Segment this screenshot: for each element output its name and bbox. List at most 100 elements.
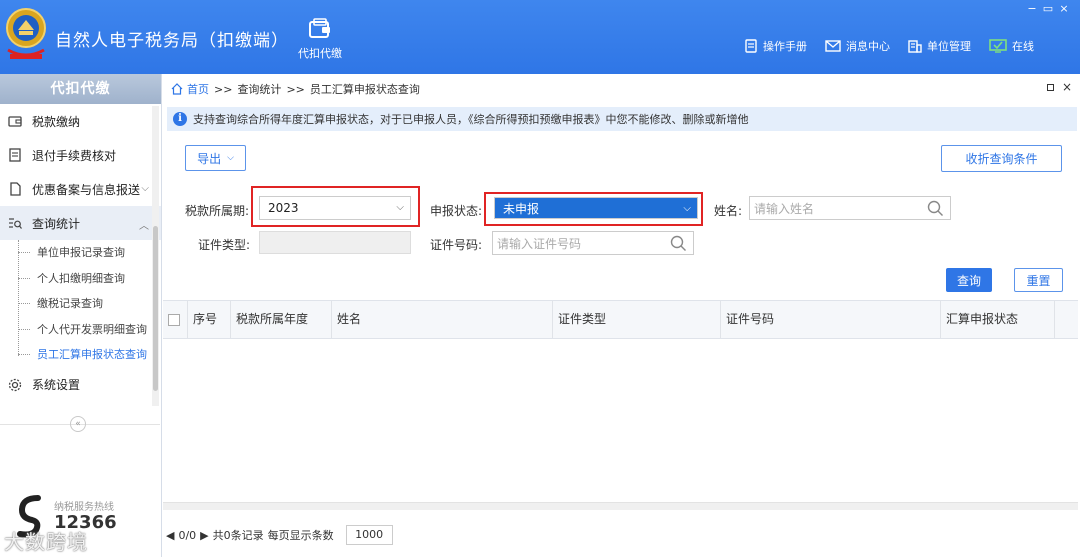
minimize-icon[interactable]: − — [1024, 2, 1040, 15]
id-number-placeholder: 请输入证件号码 — [497, 236, 582, 251]
top-header: 自然人电子税务局（扣缴端） 代扣代缴 操作手册 消息中心 单位管理 在线 − ▭… — [0, 0, 1080, 74]
breadcrumb-home[interactable]: 首页 — [187, 81, 209, 97]
close-tab-icon[interactable]: × — [1062, 80, 1072, 94]
breadcrumb: 首页 >> 查询统计 >> 员工汇算申报状态查询 × — [163, 74, 1080, 104]
sidebar: 代扣代缴 税款缴纳 退付手续费核对 优惠备案与信息报送 ⌵ 查询统计 ︿ 单位申… — [0, 74, 162, 557]
col-header-annual-status[interactable]: 汇算申报状态 — [941, 301, 1055, 338]
maximize-icon[interactable]: ▭ — [1040, 2, 1056, 15]
sidebar-subitem-unit-records[interactable]: 单位申报记录查询 — [0, 240, 161, 266]
name-placeholder: 请输入姓名 — [754, 201, 815, 216]
id-type-select[interactable] — [259, 231, 411, 254]
search-icon[interactable] — [670, 235, 687, 252]
col-header-index[interactable]: 序号 — [188, 301, 231, 338]
id-number-input[interactable]: 请输入证件号码 — [492, 231, 694, 255]
per-page-input[interactable]: 1000 — [345, 525, 393, 545]
hotline-label: 纳税服务热线 — [54, 502, 114, 513]
org-management-label: 单位管理 — [927, 40, 971, 53]
wallet-icon — [8, 116, 22, 127]
name-input[interactable]: 请输入姓名 — [749, 196, 951, 220]
sidebar-item-label: 系统设置 — [32, 378, 81, 392]
highlight-period — [251, 186, 420, 227]
chevron-down-icon: ⌵ — [141, 183, 149, 194]
org-icon — [908, 40, 922, 53]
select-all-cell — [163, 301, 188, 338]
online-monitor-icon — [989, 39, 1007, 53]
chevron-up-icon: ︿ — [139, 221, 149, 232]
online-status-label: 在线 — [1012, 40, 1034, 53]
collapse-conditions-button[interactable]: 收折查询条件 — [941, 145, 1062, 172]
id-number-label: 证件号码: — [430, 238, 483, 252]
table-header: 序号 税款所属年度 姓名 证件类型 证件号码 汇算申报状态 — [163, 300, 1078, 339]
status-label: 申报状态: — [430, 204, 483, 218]
info-icon: i — [173, 112, 187, 126]
breadcrumb-sep: >> — [286, 82, 305, 96]
sidebar-item-label: 税款缴纳 — [32, 114, 81, 129]
table-body — [163, 339, 1078, 502]
sidebar-scrollbar[interactable] — [152, 106, 159, 406]
checklist-icon — [9, 148, 21, 162]
sidebar-item-fee-check[interactable]: 退付手续费核对 — [0, 138, 161, 172]
search-icon[interactable] — [927, 200, 944, 217]
highlight-status — [484, 192, 703, 226]
period-label: 税款所属期: — [185, 204, 250, 218]
sidebar-item-settings[interactable]: 系统设置 — [0, 368, 161, 402]
manual-icon — [745, 39, 757, 53]
sidebar-item-tax-payment[interactable]: 税款缴纳 — [0, 104, 161, 138]
notice-text: 支持查询综合所得年度汇算申报状态，对于已申报人员，《综合所得预扣预缴申报表》中您… — [193, 113, 749, 126]
sidebar-item-query-stats[interactable]: 查询统计 ︿ — [0, 206, 161, 240]
col-header-tax-year[interactable]: 税款所属年度 — [231, 301, 332, 338]
org-management-link[interactable]: 单位管理 — [908, 38, 971, 54]
breadcrumb-sep: >> — [214, 82, 233, 96]
sidebar-subitem-personal-details[interactable]: 个人扣缴明细查询 — [0, 266, 161, 292]
next-page-icon[interactable]: ▶ — [200, 529, 208, 542]
home-icon[interactable] — [171, 83, 183, 95]
manual-link[interactable]: 操作手册 — [744, 38, 807, 54]
id-type-label: 证件类型: — [198, 238, 251, 252]
wallet-icon — [309, 18, 330, 38]
message-center-label: 消息中心 — [846, 40, 890, 53]
tax-emblem-logo — [6, 8, 46, 59]
watermark-text: 大数跨境 — [4, 530, 88, 554]
close-window-icon[interactable]: × — [1056, 2, 1072, 15]
sidebar-subitem-annual-status[interactable]: 员工汇算申报状态查询 — [0, 342, 161, 368]
select-all-checkbox[interactable] — [168, 313, 180, 326]
online-status[interactable]: 在线 — [989, 38, 1034, 54]
breadcrumb-level2[interactable]: 查询统计 — [237, 81, 281, 97]
mail-icon — [825, 40, 841, 52]
message-center-link[interactable]: 消息中心 — [825, 38, 890, 54]
main-panel: 首页 >> 查询统计 >> 员工汇算申报状态查询 × i 支持查询综合所得年度汇… — [163, 74, 1080, 557]
header-links: 操作手册 消息中心 单位管理 在线 — [744, 37, 1052, 55]
prev-page-icon[interactable]: ◀ — [166, 529, 174, 542]
sidebar-subitem-payment-records[interactable]: 缴税记录查询 — [0, 291, 161, 317]
export-button[interactable]: 导出 ⌵ — [185, 145, 246, 171]
col-header-id-number[interactable]: 证件号码 — [721, 301, 941, 338]
gear-icon — [8, 378, 22, 391]
document-icon — [10, 182, 21, 196]
sidebar-item-label: 查询统计 — [32, 216, 81, 231]
col-header-id-type[interactable]: 证件类型 — [553, 301, 721, 338]
collapse-sidebar-icon[interactable]: « — [70, 416, 86, 432]
chevron-down-icon: ⌵ — [227, 153, 234, 163]
sidebar-subitem-invoice-details[interactable]: 个人代开发票明细查询 — [0, 317, 161, 343]
nav-tile-withholding[interactable]: 代扣代缴 — [290, 18, 350, 68]
app-title: 自然人电子税务局（扣缴端） — [55, 31, 289, 51]
sidebar-item-label: 优惠备案与信息报送 — [32, 182, 141, 197]
query-button[interactable]: 查询 — [946, 268, 992, 292]
sidebar-title: 代扣代缴 — [0, 74, 161, 104]
breadcrumb-current: 员工汇算申报状态查询 — [309, 83, 420, 96]
scrollbar-thumb[interactable] — [153, 226, 158, 391]
export-label: 导出 — [197, 151, 222, 166]
pagination: ◀ 0/0 ▶ 共0条记录 每页显示条数 1000 — [163, 520, 1080, 550]
window-controls: − ▭ × — [1024, 2, 1072, 15]
app-window: 自然人电子税务局（扣缴端） 代扣代缴 操作手册 消息中心 单位管理 在线 − ▭… — [0, 0, 1080, 557]
sidebar-item-label: 退付手续费核对 — [32, 148, 117, 163]
nav-tile-label: 代扣代缴 — [298, 47, 342, 60]
page-indicator: 0/0 — [178, 528, 197, 542]
sidebar-item-filing-info[interactable]: 优惠备案与信息报送 ⌵ — [0, 172, 161, 206]
restore-tab-icon[interactable] — [1047, 84, 1054, 91]
table-horizontal-scrollbar[interactable] — [163, 502, 1078, 510]
hotline-banner: 纳税服务热线 12366 大数跨境 — [4, 494, 154, 554]
col-header-name[interactable]: 姓名 — [332, 301, 553, 338]
reset-button[interactable]: 重置 — [1014, 268, 1063, 292]
total-records: 共0条记录 — [212, 529, 264, 542]
